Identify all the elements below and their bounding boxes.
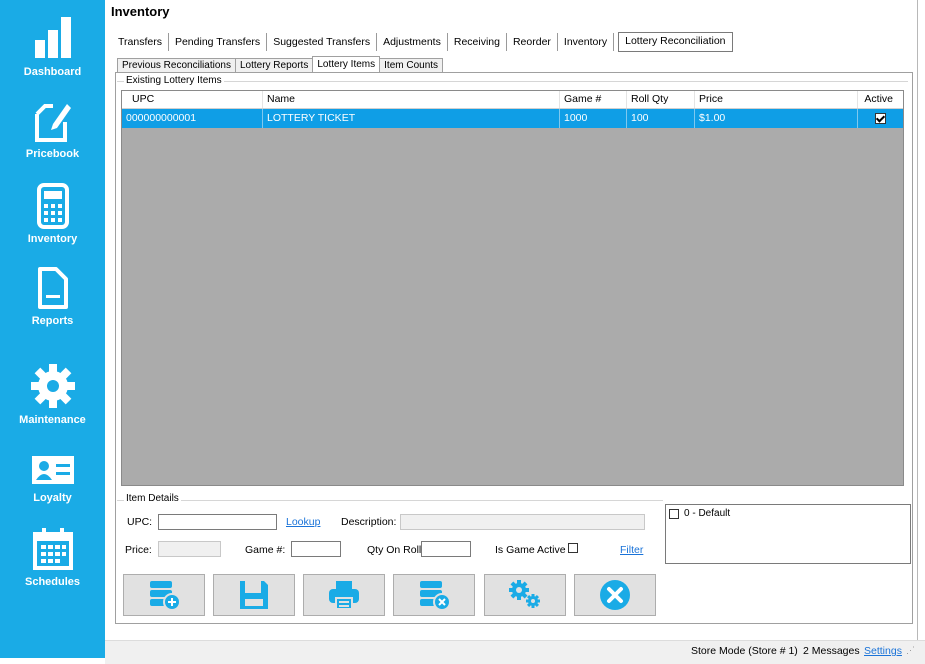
- column-header-upc[interactable]: UPC: [122, 91, 263, 108]
- store-label: 0 - Default: [684, 508, 731, 519]
- store-list[interactable]: 0 - Default: [665, 504, 911, 564]
- save-icon: [240, 581, 268, 609]
- price-input[interactable]: [158, 541, 221, 557]
- nav-inventory[interactable]: Inventory: [0, 183, 105, 245]
- resize-grip-icon[interactable]: ⋰: [906, 645, 915, 656]
- description-input[interactable]: [400, 514, 645, 530]
- nav-inventory-label: Inventory: [27, 233, 78, 245]
- column-header-game[interactable]: Game #: [560, 91, 627, 108]
- grid-header: UPC Name Game # Roll Qty Price Active: [122, 91, 903, 109]
- cell-name: LOTTERY TICKET: [263, 109, 560, 128]
- tab-lottery-items[interactable]: Lottery Items: [312, 56, 381, 73]
- nav-dashboard[interactable]: Dashboard: [0, 14, 105, 78]
- table-row[interactable]: 000000000001 LOTTERY TICKET 1000 100 $1.…: [122, 109, 903, 128]
- qty-on-roll-label: Qty On Roll:: [367, 544, 425, 556]
- is-game-active-checkbox[interactable]: [568, 543, 578, 553]
- lottery-items-grid[interactable]: UPC Name Game # Roll Qty Price Active 00…: [121, 90, 904, 486]
- qty-on-roll-input[interactable]: [421, 541, 471, 557]
- tab-suggested-transfers[interactable]: Suggested Transfers: [267, 33, 378, 51]
- group-border-top: [117, 81, 908, 82]
- settings-link[interactable]: Settings: [864, 645, 902, 657]
- status-bar: [105, 640, 925, 664]
- nav-reports-label: Reports: [31, 315, 74, 327]
- nav-schedules[interactable]: Schedules: [0, 526, 105, 588]
- nav-maintenance[interactable]: Maintenance: [0, 362, 105, 426]
- cell-upc: 000000000001: [122, 109, 263, 128]
- list-item[interactable]: 0 - Default: [669, 508, 730, 519]
- calendar-icon: [32, 528, 73, 570]
- sub-tabs: Previous Reconciliations Lottery Reports…: [117, 56, 444, 73]
- description-label: Description:: [341, 516, 397, 528]
- add-item-button[interactable]: [123, 574, 205, 616]
- store-mode-status: Store Mode (Store # 1): [691, 645, 798, 657]
- window-border: [917, 0, 918, 640]
- tab-item-counts[interactable]: Item Counts: [379, 58, 444, 73]
- edit-document-icon: [34, 104, 71, 142]
- column-header-roll-qty[interactable]: Roll Qty: [627, 91, 695, 108]
- tab-adjustments[interactable]: Adjustments: [377, 33, 448, 51]
- tab-transfers[interactable]: Transfers: [112, 33, 169, 51]
- nav-pricebook[interactable]: Pricebook: [0, 98, 105, 160]
- gears-icon: [509, 580, 540, 608]
- upc-label: UPC:: [127, 516, 153, 528]
- item-details-group-label: Item Details: [124, 493, 181, 504]
- page-title: Inventory: [111, 4, 170, 19]
- nav-loyalty[interactable]: Loyalty: [0, 452, 105, 504]
- active-checkbox[interactable]: [875, 113, 886, 124]
- bar-chart-icon: [34, 17, 71, 58]
- delete-item-button[interactable]: [393, 574, 475, 616]
- existing-items-group-label: Existing Lottery Items: [124, 75, 224, 86]
- column-header-active[interactable]: Active: [858, 91, 903, 108]
- lookup-link[interactable]: Lookup: [286, 516, 320, 528]
- price-label: Price:: [125, 544, 152, 556]
- tab-reorder[interactable]: Reorder: [507, 33, 558, 51]
- column-header-name[interactable]: Name: [263, 91, 560, 108]
- sidebar: Dashboard Pricebook Inventory Reports Ma…: [0, 0, 105, 658]
- nav-reports[interactable]: Reports: [0, 265, 105, 327]
- tab-receiving[interactable]: Receiving: [448, 33, 507, 51]
- nav-dashboard-label: Dashboard: [23, 66, 82, 78]
- save-button[interactable]: [213, 574, 295, 616]
- is-game-active-label: Is Game Active: [495, 544, 566, 556]
- tab-inventory[interactable]: Inventory: [558, 33, 615, 51]
- cell-game: 1000: [560, 109, 627, 128]
- game-number-label: Game #:: [245, 544, 286, 556]
- tab-previous-reconciliations[interactable]: Previous Reconciliations: [117, 58, 236, 73]
- cell-price: $1.00: [695, 109, 858, 128]
- tab-lottery-reconciliation[interactable]: Lottery Reconciliation: [618, 32, 733, 52]
- tab-lottery-reports[interactable]: Lottery Reports: [234, 58, 314, 73]
- filter-link[interactable]: Filter: [620, 544, 643, 556]
- details-border-top: [117, 500, 663, 501]
- nav-maintenance-label: Maintenance: [19, 414, 86, 426]
- close-button[interactable]: [574, 574, 656, 616]
- main-tabs: Transfers Pending Transfers Suggested Tr…: [112, 32, 733, 52]
- id-card-icon: [31, 456, 74, 484]
- cell-active: [858, 109, 903, 128]
- calculator-icon: [36, 183, 69, 229]
- gear-icon: [30, 364, 75, 408]
- nav-loyalty-label: Loyalty: [33, 492, 72, 504]
- report-document-icon: [37, 267, 68, 309]
- add-item-icon: [150, 581, 181, 611]
- nav-pricebook-label: Pricebook: [25, 148, 80, 160]
- store-checkbox[interactable]: [669, 508, 679, 519]
- cell-roll-qty: 100: [627, 109, 695, 128]
- game-number-input[interactable]: [291, 541, 341, 557]
- close-icon: [600, 580, 630, 610]
- settings-button[interactable]: [484, 574, 566, 616]
- print-button[interactable]: [303, 574, 385, 616]
- messages-status[interactable]: 2 Messages: [803, 645, 860, 657]
- delete-item-icon: [420, 581, 451, 611]
- nav-schedules-label: Schedules: [24, 576, 81, 588]
- column-header-price[interactable]: Price: [695, 91, 858, 108]
- tab-pending-transfers[interactable]: Pending Transfers: [169, 33, 268, 51]
- upc-input[interactable]: [158, 514, 277, 530]
- print-icon: [329, 581, 359, 610]
